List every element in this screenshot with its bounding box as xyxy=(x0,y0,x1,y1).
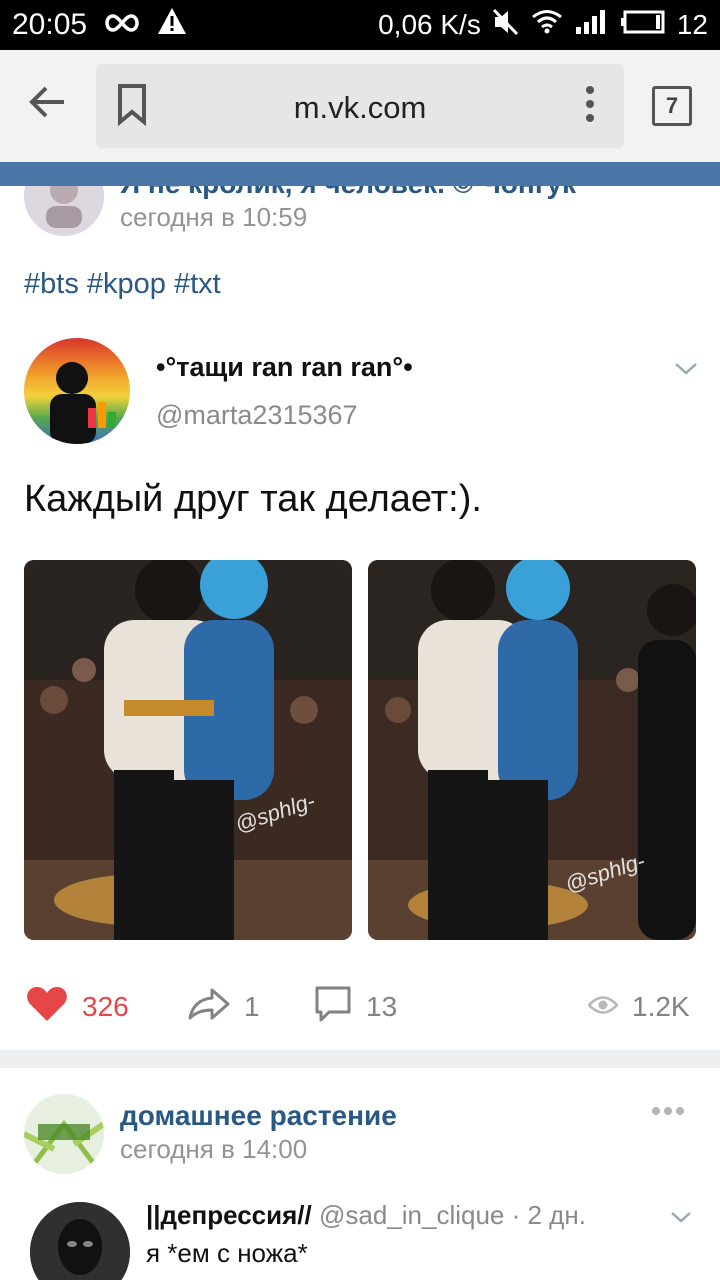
tweet-header: ||депрессия// @sad_in_clique · 2 дн. xyxy=(146,1200,586,1231)
tweet-avatar xyxy=(24,338,130,444)
like-count: 326 xyxy=(82,991,129,1022)
post-photo[interactable]: @sphlg- xyxy=(24,560,352,940)
chevron-down-icon xyxy=(668,1204,694,1230)
post-date: сегодня в 14:00 xyxy=(120,1134,308,1164)
overflow-menu-icon[interactable] xyxy=(580,84,600,128)
address-bar[interactable]: m.vk.com xyxy=(96,64,624,148)
views-count: 1.2K xyxy=(632,991,690,1022)
eye-icon xyxy=(587,991,619,1023)
tweet-text: я *ем с ножа* xyxy=(146,1238,308,1268)
infinity-icon xyxy=(103,8,141,42)
feed: Я не кролик, я человек. © Чонгук сегодня… xyxy=(0,186,720,1280)
avatar[interactable] xyxy=(24,186,104,236)
share-button[interactable]: 1 xyxy=(188,982,260,1032)
vk-header-bar xyxy=(0,162,720,186)
post-author[interactable]: домашнее растение xyxy=(120,1100,397,1132)
share-count: 1 xyxy=(244,991,260,1022)
post-date: сегодня в 10:59 xyxy=(120,202,308,232)
post-actions: 326 1 13 1.2K xyxy=(0,982,720,1032)
status-bar: 20:05 0,06 K/s 12 xyxy=(0,0,720,50)
avatar[interactable] xyxy=(24,1094,104,1174)
wifi-icon xyxy=(531,9,563,42)
tweet-author-handle: @marta2315367 xyxy=(156,400,358,430)
back-arrow-icon[interactable] xyxy=(26,80,70,124)
tweet-meta: @sad_in_clique · 2 дн. xyxy=(318,1200,586,1230)
signal-icon xyxy=(575,9,609,42)
battery-level: 12 xyxy=(676,9,708,40)
tweet-author-name: •°тащи ran ran ran°• xyxy=(156,352,413,382)
tweet-author-name: ||депрессия// xyxy=(146,1200,312,1230)
views-counter: 1.2K xyxy=(587,982,690,1032)
warning-icon xyxy=(157,7,187,43)
browser-toolbar: m.vk.com 7 xyxy=(0,50,720,162)
mute-icon xyxy=(492,8,519,43)
tweet-avatar xyxy=(30,1202,130,1280)
share-arrow-icon xyxy=(188,987,230,1028)
post-author[interactable]: Я не кролик, я человек. © Чонгук xyxy=(120,186,576,200)
bookmark-icon[interactable] xyxy=(112,82,152,127)
battery-icon xyxy=(620,9,665,41)
post-divider xyxy=(0,1050,720,1068)
hashtags[interactable]: #bts #kpop #txt xyxy=(24,268,221,301)
like-button[interactable]: 326 xyxy=(26,982,129,1032)
chevron-down-icon xyxy=(672,354,700,382)
comment-icon xyxy=(314,985,352,1030)
status-time: 20:05 xyxy=(12,8,88,41)
heart-icon xyxy=(26,985,68,1030)
url-text[interactable]: m.vk.com xyxy=(96,90,624,126)
post-photo[interactable]: @sphlg- xyxy=(368,560,696,940)
more-options-icon[interactable] xyxy=(650,1104,686,1116)
tab-switcher-button[interactable]: 7 xyxy=(652,86,692,126)
tweet-text: Каждый друг так делает:). xyxy=(24,478,482,520)
network-speed: 0,06 K/s xyxy=(378,9,481,40)
comment-button[interactable]: 13 xyxy=(314,982,397,1032)
comment-count: 13 xyxy=(366,991,398,1022)
